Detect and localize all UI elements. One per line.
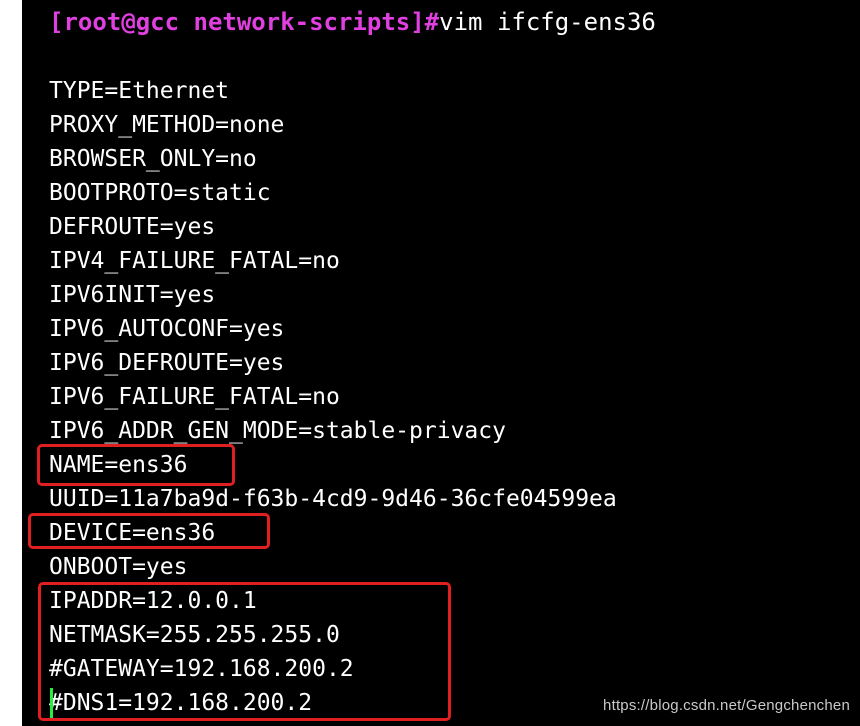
config-line-ipv6-defroute: IPV6_DEFROUTE=yes [49,350,285,376]
config-line-ipv6-failure-fatal: IPV6_FAILURE_FATAL=no [49,384,340,410]
config-line-type: TYPE=Ethernet [49,78,230,104]
terminal-window[interactable]: · · · [root@gcc network-scripts]#vim ifc… [22,0,860,726]
ip-settings-highlight-box [38,582,451,721]
config-line-bootproto: BOOTPROTO=static [49,180,271,206]
shell-prompt: [root@gcc network-scripts]# [49,8,440,36]
screenshot-page: · · · [root@gcc network-scripts]#vim ifc… [0,0,860,726]
device-highlight-box [28,513,270,549]
config-line-onboot: ONBOOT=yes [49,554,188,580]
config-line-proxy-method: PROXY_METHOD=none [49,112,285,138]
config-line-browser-only: BROWSER_ONLY=no [49,146,257,172]
name-highlight-box [37,444,235,486]
config-line-uuid: UUID=11a7ba9d-f63b-4cd9-9d46-36cfe04599e… [49,486,617,512]
previous-output-fragment: · · · [260,0,344,7]
watermark: https://blog.csdn.net/Gengchenchen [603,697,850,714]
config-line-ipv6-autoconf: IPV6_AUTOCONF=yes [49,316,285,342]
config-line-ipv4-failure-fatal: IPV4_FAILURE_FATAL=no [49,248,340,274]
config-line-ipv6init: IPV6INIT=yes [49,282,216,308]
shell-command: vim ifcfg-ens36 [439,8,656,36]
config-line-ipv6-addr-gen-mode: IPV6_ADDR_GEN_MODE=stable-privacy [49,418,506,444]
command-prompt-line: [root@gcc network-scripts]#vim ifcfg-ens… [49,6,656,38]
config-line-defroute: DEFROUTE=yes [49,214,216,240]
